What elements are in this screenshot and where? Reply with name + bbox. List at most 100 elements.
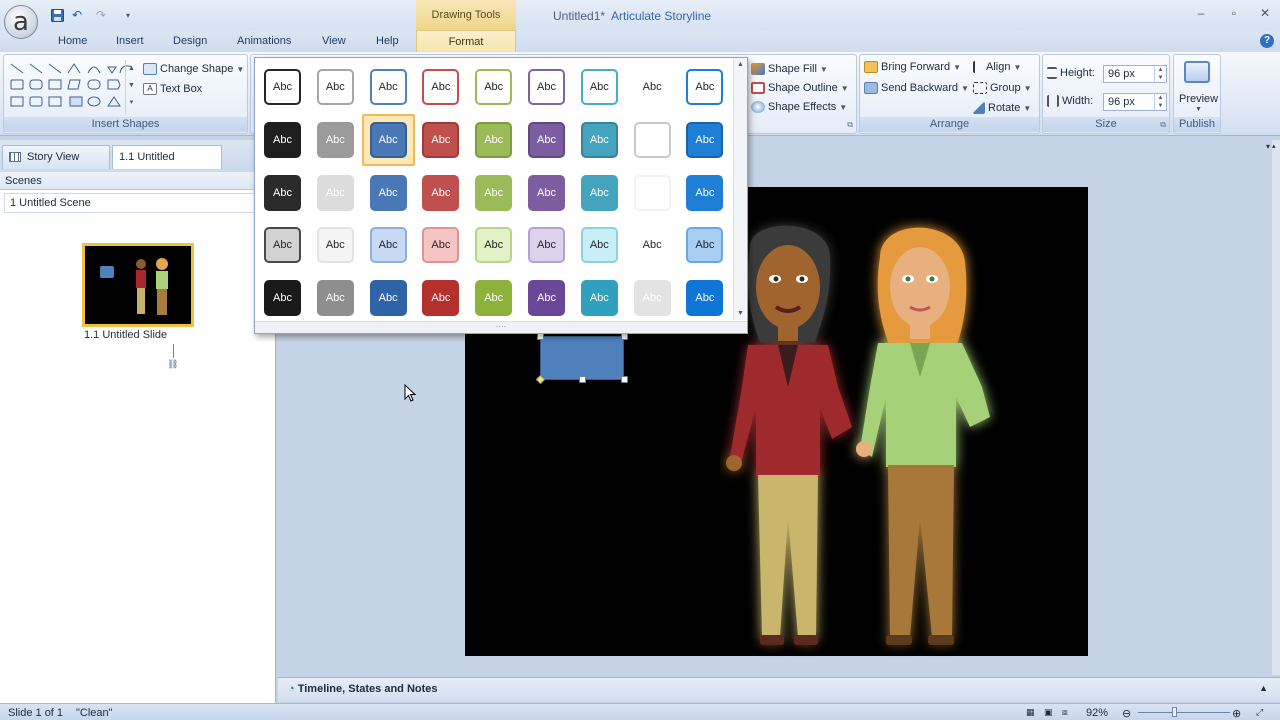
rotate-button[interactable]: Rotate ▼ [973,102,1031,115]
tab-view[interactable]: View [322,35,346,47]
shape-style-swatch[interactable]: Abc [369,174,407,211]
shape-style-swatch[interactable]: Abc [475,121,513,158]
shape-style-swatch[interactable]: Abc [264,280,301,317]
shape-style-swatch[interactable]: Abc [422,121,460,158]
resize-handle[interactable] [621,376,628,383]
shape-style-swatch[interactable]: Abc [316,280,354,317]
shape-style-swatch[interactable]: Abc [264,174,301,211]
normal-view-icon[interactable]: ▦ [1026,707,1035,718]
dialog-launcher-icon[interactable]: ⧉ [847,120,853,130]
tab-insert[interactable]: Insert [116,35,144,47]
zoom-slider[interactable] [1138,712,1230,713]
height-spinner[interactable]: ▲ ▼ [1154,66,1166,82]
shape-style-swatch[interactable]: Abc [580,174,618,211]
align-button[interactable]: Align ▼ [973,61,1021,74]
gallery-scroll-up-icon[interactable]: ▲ [734,61,747,68]
slide-view-icon[interactable]: ▣ [1044,707,1053,718]
tab-animations[interactable]: Animations [237,35,291,47]
shape-style-swatch[interactable]: Abc [264,69,301,105]
resize-handle[interactable] [621,333,628,340]
zoom-out-icon[interactable]: ⊖ [1122,707,1131,720]
shape-style-swatch[interactable]: Abc [422,227,460,264]
shape-style-swatch[interactable]: Abc [475,174,513,211]
shape-style-swatch[interactable]: Abc [369,280,407,317]
shape-style-swatch[interactable]: Abc [475,227,513,264]
tab-home[interactable]: Home [58,35,87,47]
slide-thumbnail[interactable] [82,243,194,327]
size-dialog-launcher-icon[interactable]: ⧉ [1160,120,1166,130]
shape-outline-button[interactable]: Shape Outline ▼ [751,82,849,95]
text-box-button[interactable]: A Text Box [143,83,202,96]
fit-view-icon[interactable]: ⧈ [1062,707,1068,718]
shape-style-swatch[interactable]: Abc [528,174,565,211]
shape-style-swatch[interactable]: Abc [369,69,407,105]
tab-design[interactable]: Design [173,35,207,47]
shape-style-swatch[interactable]: Abc [422,69,460,105]
shape-style-swatch[interactable]: Abc [686,227,724,264]
application-button[interactable]: a [4,5,38,39]
shape-style-swatch[interactable]: Abc [633,69,671,105]
shape-style-swatch[interactable]: Abc [686,280,724,317]
gallery-scrollbar[interactable]: ▲ ▼ [733,58,747,320]
shape-style-swatch[interactable]: Abc [633,227,671,264]
group-button[interactable]: Group ▼ [973,82,1032,95]
maximize-icon[interactable]: ▫ [1225,6,1243,22]
shapes-palette-icon[interactable] [8,61,138,115]
shape-style-swatch[interactable]: Abc [633,121,671,158]
shape-style-swatch[interactable]: Abc [369,121,407,158]
shape-style-swatch[interactable]: Abc [686,174,724,211]
timeline-bar[interactable]: ◔ Timeline, States and Notes ▲ [278,677,1280,702]
shape-style-swatch[interactable]: Abc [633,280,671,317]
preview-button[interactable]: Preview [1179,93,1218,105]
shapes-scroll[interactable]: ▲ ▼ ▾ [125,60,137,114]
shape-effects-button[interactable]: Shape Effects ▼ [751,101,847,114]
vertical-scrollbar[interactable]: ▴ [1272,140,1280,675]
shape-style-swatch[interactable]: Abc [316,69,354,105]
gallery-resize-grip[interactable]: ···· [255,321,747,333]
close-icon[interactable]: ✕ [1256,6,1274,22]
shape-style-swatch[interactable]: Abc [316,174,354,211]
shape-style-swatch[interactable]: Abc [264,227,301,264]
shape-style-swatch[interactable]: Abc [422,174,460,211]
zoom-in-icon[interactable]: ⊕ [1232,707,1241,720]
shape-style-swatch[interactable]: Abc [528,227,565,264]
customize-toolbar-icon[interactable]: ▾ [119,6,137,24]
shape-style-swatch[interactable]: Abc [475,280,513,317]
shape-style-swatch[interactable]: Abc [528,280,565,317]
minimize-icon[interactable]: – [1192,6,1210,22]
shape-style-swatch[interactable]: Abc [475,69,513,105]
tab-help[interactable]: Help [376,35,399,47]
width-input[interactable]: 96 px ▲ ▼ [1103,93,1167,111]
scroll-up-icon[interactable]: ▴ [1272,142,1280,150]
shape-style-swatch[interactable]: Abc [422,280,460,317]
fit-window-icon[interactable]: ⤢ [1256,707,1263,718]
shape-style-swatch[interactable]: Abc [580,69,618,105]
resize-handle[interactable] [579,376,586,383]
canvas-menu-icon[interactable]: ▾ [1266,142,1270,151]
send-backward-button[interactable]: Send Backward ▼ [864,82,969,95]
shape-style-swatch[interactable]: Abc [686,69,724,105]
preview-dropdown-icon[interactable]: ▼ [1195,106,1202,113]
gallery-scroll-down-icon[interactable]: ▼ [734,310,747,317]
scene-item[interactable]: 1 Untitled Scene [4,193,256,213]
shape-style-swatch[interactable]: Abc [528,121,565,158]
tab-story-view[interactable]: Story View [2,145,110,169]
tab-untitled-slide[interactable]: 1.1 Untitled Slide✕ [112,145,222,185]
link-icon[interactable]: ⛓ [167,359,178,370]
redo-icon[interactable]: ↷ [92,6,110,24]
zoom-slider-thumb[interactable] [1172,707,1177,717]
shape-style-swatch[interactable]: Abc [316,227,354,264]
shape-style-swatch[interactable]: Abc [369,227,407,264]
bring-forward-button[interactable]: Bring Forward ▼ [864,61,961,74]
shape-style-swatch[interactable]: Abc [580,280,618,317]
width-spinner[interactable]: ▲ ▼ [1154,94,1166,110]
shape-style-swatch[interactable]: Abc [528,69,565,105]
tab-format[interactable]: Format [416,30,516,54]
shape-style-swatch[interactable]: Abc [264,121,301,158]
shape-style-swatch[interactable]: Abc [580,227,618,264]
shape-fill-button[interactable]: Shape Fill ▼ [751,63,828,76]
height-input[interactable]: 96 px ▲ ▼ [1103,65,1167,83]
undo-icon[interactable]: ↶ [68,6,86,24]
shape-style-swatch[interactable]: Abc [316,121,354,158]
resize-handle[interactable] [537,333,544,340]
